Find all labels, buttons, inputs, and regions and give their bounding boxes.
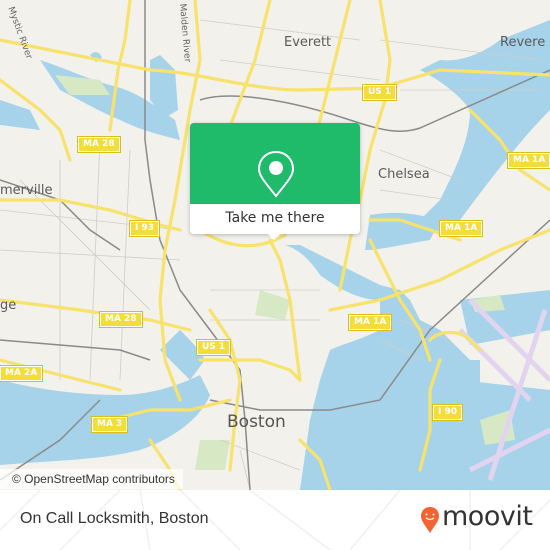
popup-pointer <box>268 234 280 240</box>
road-shield: I 93 <box>128 220 161 237</box>
road-shield: MA 28 <box>77 136 121 153</box>
road-shield: MA 28 <box>99 311 143 328</box>
map-attribution[interactable]: © OpenStreetMap contributors <box>0 469 183 489</box>
place-label-boston: Boston <box>227 412 286 432</box>
moovit-pin-icon <box>421 507 439 533</box>
footer-bar: On Call Locksmith, Boston moovit <box>0 490 550 550</box>
place-label-chelsea: Chelsea <box>378 167 430 182</box>
place-label-everett: Everett <box>284 35 332 50</box>
map-view[interactable]: Everett Revere Chelsea merville ge Bosto… <box>0 0 550 490</box>
place-label-revere: Revere <box>500 35 546 50</box>
road-shield: MA 3 <box>90 416 129 433</box>
map-pin-icon <box>257 150 295 198</box>
road-shield: MA 1A <box>438 220 484 237</box>
popup-header <box>190 123 360 204</box>
moovit-wordmark: moovit <box>442 501 533 532</box>
road-shield: US 1 <box>361 84 398 101</box>
take-me-there-button[interactable]: Take me there <box>190 204 360 234</box>
place-label-cambridge: ge <box>0 298 17 313</box>
road-shield: I 90 <box>431 404 464 421</box>
place-label-somerville: merville <box>0 183 53 198</box>
location-popup: Take me there <box>190 123 360 240</box>
road-shield: MA 1A <box>506 152 550 169</box>
road-shield: MA 1A <box>347 314 393 331</box>
road-shield: US 1 <box>195 339 232 356</box>
place-name: On Call Locksmith, Boston <box>20 510 209 527</box>
road-shield: MA 2A <box>0 365 44 382</box>
